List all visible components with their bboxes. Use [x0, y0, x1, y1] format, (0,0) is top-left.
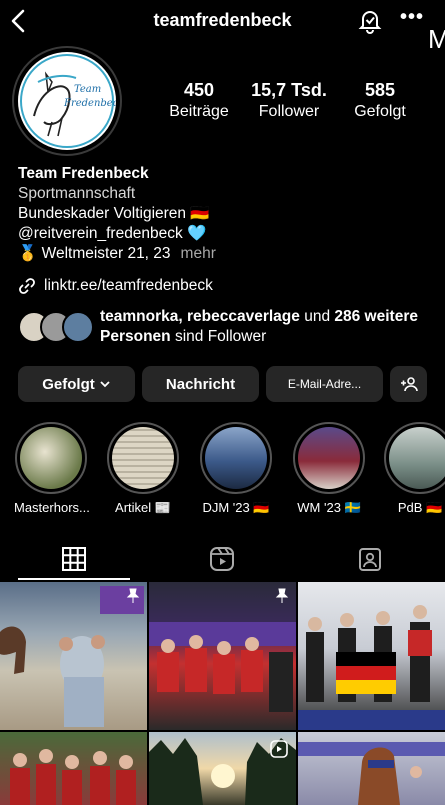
highlight-1-cover: [20, 427, 82, 489]
highlight-2-label: Artikel 📰: [115, 500, 171, 515]
highlight-3-cover: [205, 427, 267, 489]
bio-line-2[interactable]: @reitverein_fredenbeck 🩵: [18, 224, 428, 244]
grid-post-3[interactable]: [298, 582, 445, 730]
stat-following[interactable]: 585 Gefolgt: [344, 80, 416, 121]
tagged-tab-icon[interactable]: [357, 546, 383, 572]
profile-bio: Team Fredenbeck Sportmannschaft Bundeska…: [18, 164, 428, 264]
highlight-5[interactable]: PdB 🇩🇪: [383, 422, 445, 516]
stat-followers[interactable]: 15,7 Tsd. Follower: [246, 80, 332, 121]
active-tab-indicator: [18, 578, 130, 580]
post-2-image: [149, 622, 296, 712]
follower-avatar-3: [62, 311, 94, 343]
email-button-label: E-Mail-Adre...: [287, 377, 362, 391]
pinned-post-icon: [126, 588, 140, 603]
grid-post-5[interactable]: [149, 732, 296, 805]
stat-following-label: Gefolgt: [354, 103, 406, 120]
add-person-icon: [400, 377, 418, 392]
grid-post-2[interactable]: [149, 582, 296, 730]
stat-posts-value: 450: [183, 80, 215, 100]
message-button-label: Nachricht: [165, 375, 236, 393]
message-button[interactable]: Nachricht: [142, 366, 259, 402]
posts-grid-tab-icon[interactable]: [61, 546, 87, 572]
following-button-label: Gefolgt: [42, 375, 95, 393]
post-3-image: [298, 605, 445, 730]
team-logo-icon: Team Fredenbeck: [20, 54, 116, 148]
chevron-down-icon: [100, 381, 110, 388]
bio-more-link[interactable]: mehr: [181, 245, 216, 262]
profile-link-text: linktr.ee/teamfredenbeck: [44, 277, 213, 294]
highlight-5-cover: [389, 427, 445, 489]
link-icon: [19, 278, 35, 294]
posts-grid: [0, 582, 445, 805]
email-button[interactable]: E-Mail-Adre...: [266, 366, 383, 402]
following-button[interactable]: Gefolgt: [18, 366, 135, 402]
reel-icon: [270, 740, 288, 758]
logo-text-name: Fredenbeck: [63, 98, 116, 109]
profile-avatar[interactable]: Team Fredenbeck: [18, 52, 116, 150]
stat-followers-value: 15,7 Tsd.: [251, 80, 327, 100]
bio-name: Team Fredenbeck: [18, 165, 149, 182]
highlight-2[interactable]: Artikel 📰: [106, 422, 180, 516]
edge-letter: M: [428, 24, 445, 54]
more-options-icon[interactable]: •••: [400, 6, 424, 29]
followed-by-connector: und: [299, 308, 335, 325]
grid-post-1[interactable]: [0, 582, 147, 730]
grid-post-4[interactable]: [0, 732, 147, 805]
highlight-3[interactable]: DJM '23 🇩🇪: [199, 422, 273, 516]
highlight-3-label: DJM '23 🇩🇪: [202, 500, 270, 515]
stat-posts-label: Beiträge: [169, 103, 229, 120]
notification-bell-icon[interactable]: [357, 8, 383, 34]
highlight-4[interactable]: WM '23 🇸🇪: [292, 422, 366, 516]
highlight-4-label: WM '23 🇸🇪: [297, 500, 361, 515]
stat-followers-label: Follower: [258, 103, 320, 120]
stat-posts[interactable]: 450 Beiträge: [160, 80, 238, 121]
highlight-5-label: PdB 🇩🇪: [397, 500, 443, 515]
bio-line-1: Bundeskader Voltigieren 🇩🇪: [18, 205, 210, 222]
profile-link[interactable]: linktr.ee/teamfredenbeck: [18, 277, 213, 295]
profile-tabs: [0, 536, 445, 582]
highlight-2-cover: [112, 427, 174, 489]
reels-tab-icon[interactable]: [209, 546, 235, 572]
post-4-image: [10, 749, 136, 805]
bio-line-3: 🥇 Weltmeister 21, 23: [18, 245, 171, 262]
stat-following-value: 585: [364, 80, 396, 100]
highlight-4-cover: [298, 427, 360, 489]
post-6-image: [298, 742, 445, 805]
bio-category: Sportmannschaft: [18, 185, 136, 202]
pinned-post-icon: [275, 588, 289, 603]
followed-by-row[interactable]: teamnorka, rebeccaverlage und 286 weiter…: [18, 307, 438, 351]
followed-by-names: teamnorka, rebeccaverlage: [100, 308, 300, 325]
grid-post-6[interactable]: [298, 732, 445, 805]
post-1-image: [0, 586, 144, 727]
top-bar: teamfredenbeck ••• M: [0, 0, 445, 54]
logo-text-team: Team: [74, 84, 101, 95]
highlight-1[interactable]: Masterhors...: [14, 422, 90, 515]
highlight-1-label: Masterhors...: [14, 500, 90, 515]
followed-by-text: teamnorka, rebeccaverlage und 286 weiter…: [100, 307, 430, 347]
suggest-people-button[interactable]: [390, 366, 427, 402]
followed-by-suffix: sind Follower: [170, 328, 267, 345]
